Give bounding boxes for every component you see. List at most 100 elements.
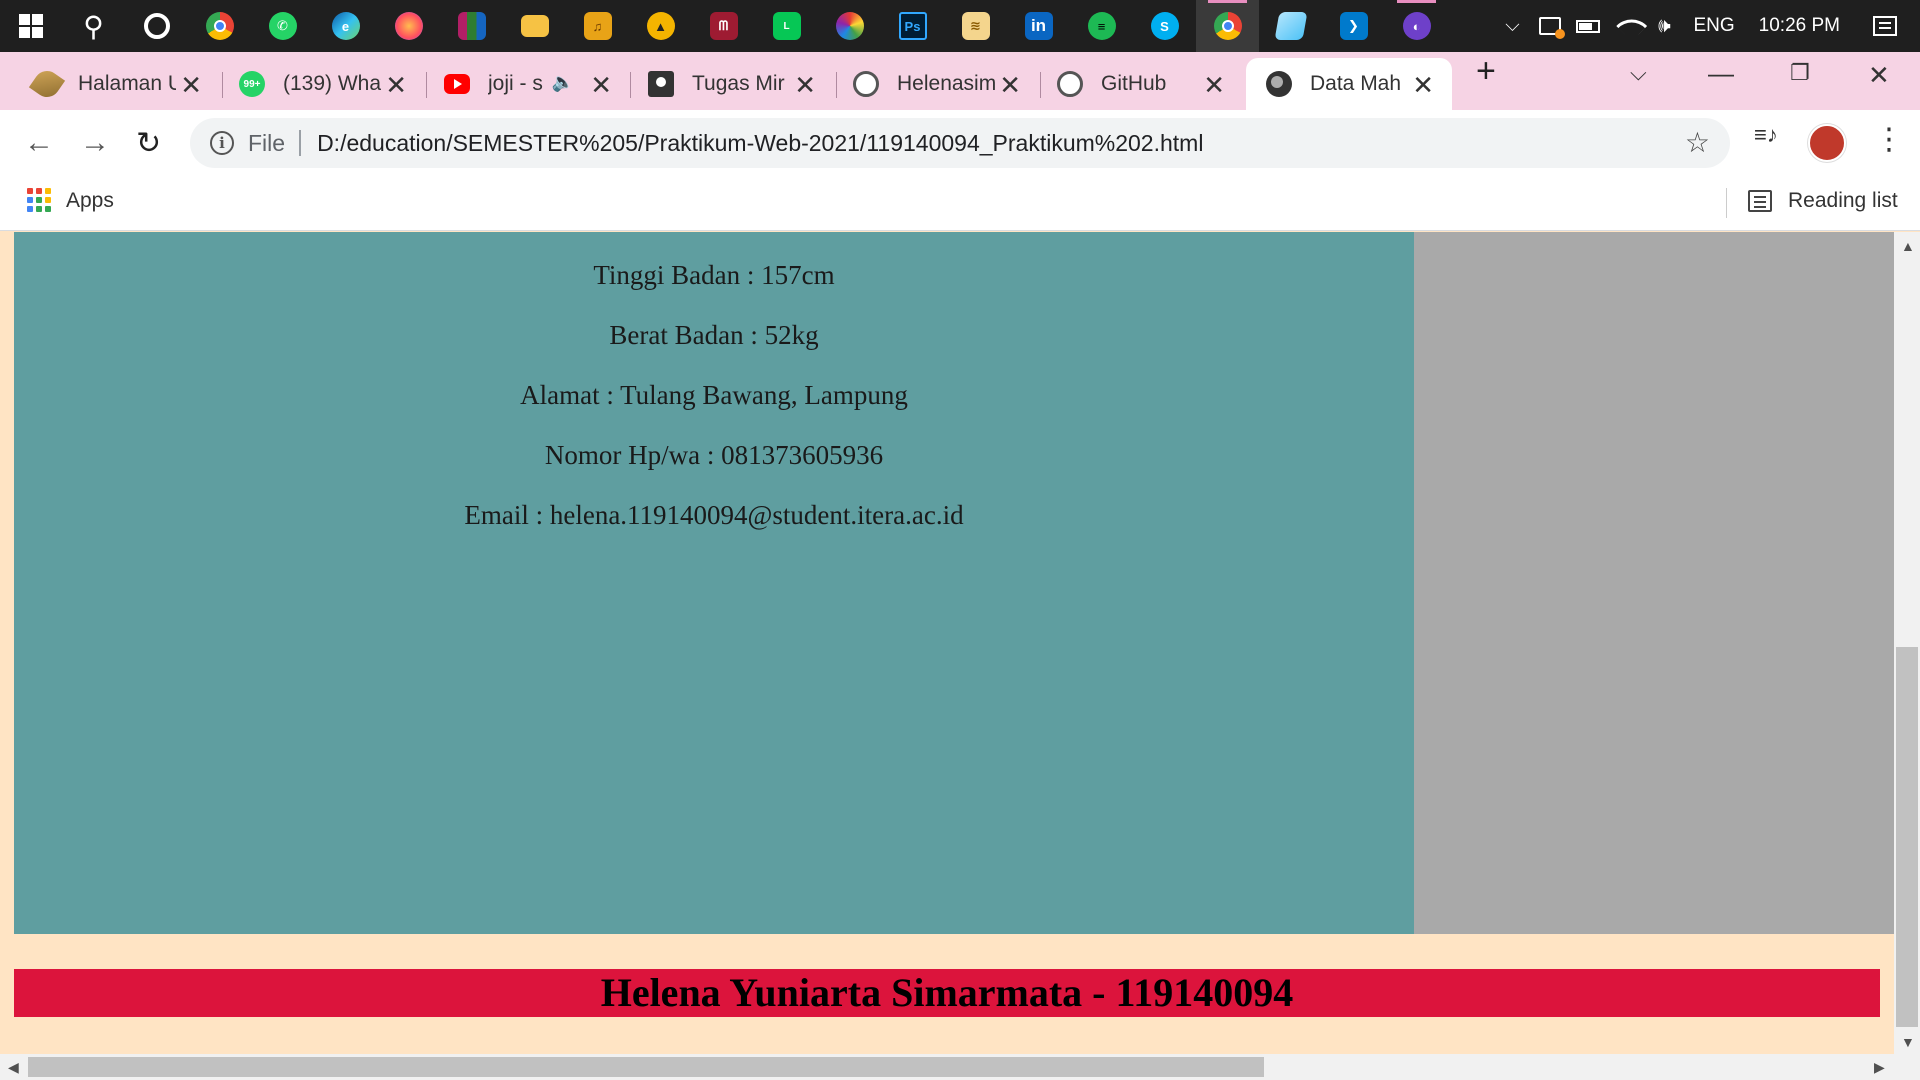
tab-label: joji - s [488, 72, 543, 95]
tab-youtube[interactable]: joji - s 🔈 ✕ [410, 58, 630, 110]
github-favicon-icon [853, 71, 879, 97]
taskbar-picasa[interactable] [818, 0, 881, 52]
new-tab-button[interactable]: + [1476, 52, 1496, 91]
vertical-scroll-thumb[interactable] [1896, 647, 1918, 1027]
address-bar[interactable]: i File D:/education/SEMESTER%205/Praktik… [190, 118, 1730, 168]
tab-github[interactable]: GitHub ✕ [1023, 58, 1243, 110]
maximize-button[interactable]: ❐ [1790, 60, 1810, 86]
tab-halaman[interactable]: Halaman U ✕ [0, 58, 220, 110]
wifi-icon[interactable] [1607, 0, 1648, 52]
forward-button[interactable]: → [80, 126, 110, 160]
vscode-icon: ❯ [1339, 12, 1368, 40]
profile-avatar[interactable] [1808, 124, 1846, 162]
taskbar-photoshop[interactable]: Ps [881, 0, 944, 52]
taskbar-mendeley[interactable]: ᗰ [692, 0, 755, 52]
input-language[interactable]: ENG [1683, 15, 1744, 37]
taskbar-file-explorer[interactable] [503, 0, 566, 52]
notification-icon [1873, 16, 1897, 36]
tab-helenasim[interactable]: Helenasim ✕ [819, 58, 1039, 110]
url-text[interactable]: D:/education/SEMESTER%205/Praktikum-Web-… [317, 130, 1203, 157]
close-tab-icon[interactable]: ✕ [590, 70, 612, 101]
linkedin-icon: in [1024, 12, 1053, 40]
edge-icon: e [331, 12, 360, 40]
taskbar-skype[interactable]: S [1133, 0, 1196, 52]
clock[interactable]: 10:26 PM [1745, 15, 1850, 37]
spotify-icon: ≡ [1087, 12, 1116, 40]
reading-list-icon [1748, 190, 1772, 212]
close-tab-icon[interactable]: ✕ [794, 70, 816, 101]
chrome-profile-icon [1213, 12, 1242, 40]
close-tab-icon[interactable]: ✕ [999, 70, 1021, 101]
taskbar-layers[interactable]: ≋ [944, 0, 1007, 52]
taskbar-github-desktop[interactable]: ◐ [1385, 0, 1448, 52]
display-icon[interactable] [1531, 0, 1569, 52]
reload-button[interactable]: ↻ [136, 126, 161, 161]
chevron-up-icon: ⌵ [1505, 15, 1520, 36]
close-tab-icon[interactable]: ✕ [385, 70, 407, 101]
page-footer: Helena Yuniarta Simarmata - 119140094 [14, 969, 1880, 1017]
browser-toolbar: ← → ↻ i File D:/education/SEMESTER%205/P… [0, 110, 1920, 176]
back-button[interactable]: ← [24, 126, 54, 160]
taskbar-notepad[interactable] [1259, 0, 1322, 52]
firefox-icon [394, 12, 423, 40]
show-hidden-icons-button[interactable]: ⌵ [1493, 0, 1531, 52]
taskbar-linkedin[interactable]: in [1007, 0, 1070, 52]
sidebar-section [1414, 232, 1894, 934]
taskbar-edge[interactable]: e [314, 0, 377, 52]
taskbar-music[interactable]: ♫ [566, 0, 629, 52]
scroll-down-arrow-icon[interactable]: ▼ [1901, 1034, 1915, 1050]
taskbar-winrar[interactable] [440, 0, 503, 52]
chrome-menu-icon[interactable]: ⋮ [1874, 122, 1904, 157]
close-tab-icon[interactable]: ✕ [1203, 70, 1225, 101]
scroll-up-arrow-icon[interactable]: ▲ [1901, 238, 1915, 254]
close-tab-icon[interactable]: ✕ [180, 70, 202, 101]
tab-label: Helenasim [897, 72, 995, 95]
minimize-button[interactable]: — [1708, 58, 1734, 89]
github-favicon-icon [1057, 71, 1083, 97]
tab-search-button[interactable]: ⌵ [1630, 60, 1647, 86]
horizontal-scroll-thumb[interactable] [28, 1057, 1264, 1077]
vertical-scrollbar[interactable]: ▲ ▼ [1894, 232, 1920, 1054]
volume-icon[interactable]: 🕪 [1645, 0, 1683, 52]
taskbar-line[interactable]: L [755, 0, 818, 52]
horizontal-scrollbar[interactable]: ◀ ▶ [0, 1054, 1920, 1080]
tab-data-mahasiswa[interactable]: Data Mah ✕ [1246, 58, 1452, 110]
taskbar-cortana-button[interactable] [125, 0, 188, 52]
phone-info: Nomor Hp/wa : 081373605936 [544, 440, 884, 470]
tab-label: Halaman U [78, 72, 176, 95]
youtube-favicon-icon [444, 74, 470, 94]
whatsapp-favicon-icon: 99+ [239, 71, 265, 97]
folder-icon [520, 15, 549, 37]
reading-list-button[interactable]: Reading list [1788, 189, 1898, 213]
page-viewport: Tinggi Badan : 157cm Berat Badan : 52kg … [0, 232, 1894, 1054]
site-info-icon[interactable]: i [210, 131, 234, 155]
skype-icon: S [1150, 12, 1179, 40]
notification-center-button[interactable] [1850, 0, 1920, 52]
music-icon: ♫ [583, 12, 612, 40]
apps-bookmark[interactable]: Apps [66, 189, 114, 213]
taskbar-firefox[interactable] [377, 0, 440, 52]
bookmark-star-icon[interactable]: ☆ [1685, 126, 1710, 159]
scroll-right-arrow-icon[interactable]: ▶ [1874, 1059, 1885, 1076]
taskbar-app-a[interactable]: ▲ [629, 0, 692, 52]
main-content-section: Tinggi Badan : 157cm Berat Badan : 52kg … [14, 232, 1414, 934]
battery-icon[interactable] [1569, 0, 1607, 52]
notepad-icon [1274, 12, 1307, 40]
scroll-left-arrow-icon[interactable]: ◀ [8, 1059, 19, 1076]
start-button[interactable] [0, 0, 62, 52]
taskbar-spotify[interactable]: ≡ [1070, 0, 1133, 52]
close-tab-icon[interactable]: ✕ [1412, 70, 1434, 101]
taskbar-search-button[interactable]: ⚲ [62, 0, 125, 52]
taskbar-chrome-active[interactable] [1196, 0, 1259, 52]
taskbar-vscode[interactable]: ❯ [1322, 0, 1385, 52]
taskbar-whatsapp[interactable]: ✆ [251, 0, 314, 52]
media-control-icon[interactable]: ≡♪ [1754, 122, 1778, 148]
windows-logo-icon [19, 14, 43, 38]
close-window-button[interactable]: ✕ [1868, 60, 1890, 91]
globe-favicon-icon [1266, 71, 1292, 97]
tab-whatsapp[interactable]: 99+ (139) Wha ✕ [205, 58, 425, 110]
triangle-app-icon: ▲ [646, 12, 675, 40]
taskbar-chrome[interactable] [188, 0, 251, 52]
audio-playing-icon[interactable]: 🔈 [552, 72, 574, 93]
tab-tugas[interactable]: Tugas Mir ✕ [614, 58, 834, 110]
